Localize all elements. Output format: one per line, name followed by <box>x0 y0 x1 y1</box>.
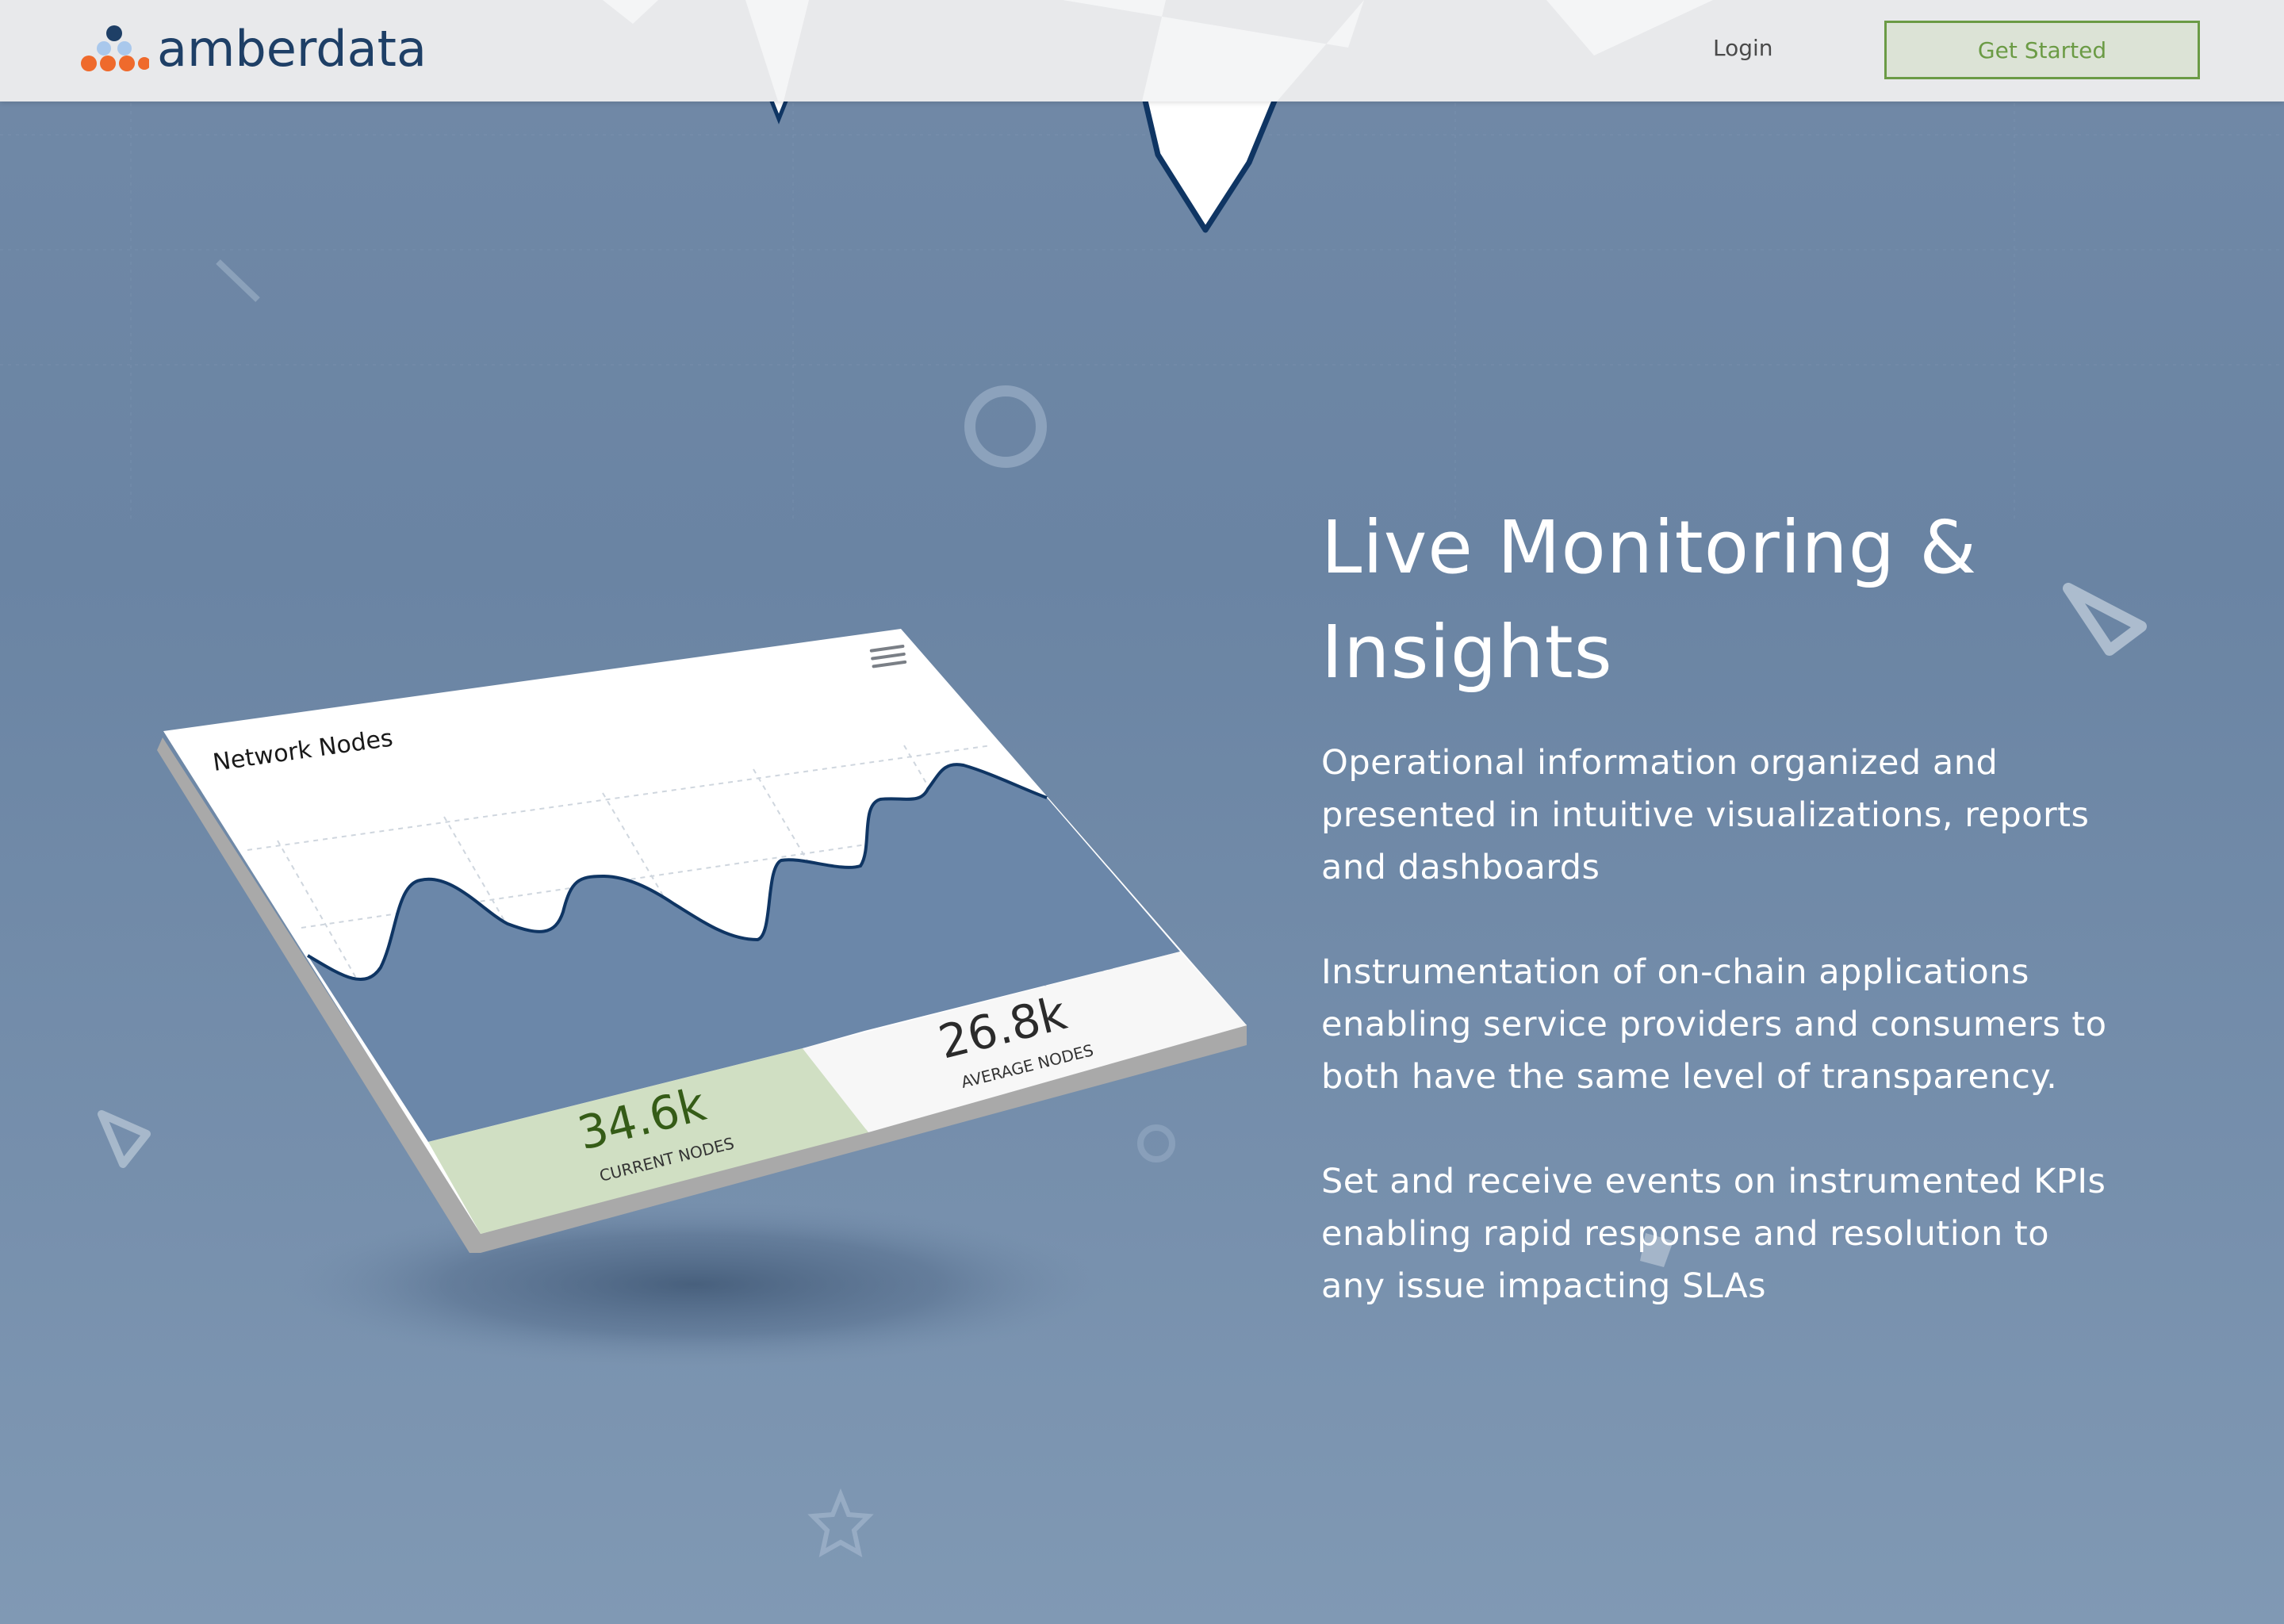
widget-shadow <box>282 1201 1106 1368</box>
login-link[interactable]: Login <box>1713 35 1773 61</box>
get-started-button[interactable]: Get Started <box>1884 21 2200 79</box>
feature-copy: Live Monitoring & Insights Operational i… <box>1321 496 2114 1365</box>
feature-paragraph-1: Operational information organized and pr… <box>1321 743 2090 887</box>
brand-name: amberdata <box>157 20 427 78</box>
headline-line-2: Insights <box>1321 610 1613 695</box>
feature-paragraph-3: Set and receive events on instrumented K… <box>1321 1162 2106 1306</box>
amberdata-logo-icon <box>81 25 149 71</box>
brand-logo[interactable]: amberdata <box>79 24 427 75</box>
feature-paragraph-2: Instrumentation of on-chain applications… <box>1321 952 2107 1097</box>
headline-line-1: Live Monitoring & <box>1321 505 1978 590</box>
page-headline: Live Monitoring & Insights <box>1321 496 2114 705</box>
top-navigation-bar: amberdata Login Get Started <box>0 0 2284 102</box>
